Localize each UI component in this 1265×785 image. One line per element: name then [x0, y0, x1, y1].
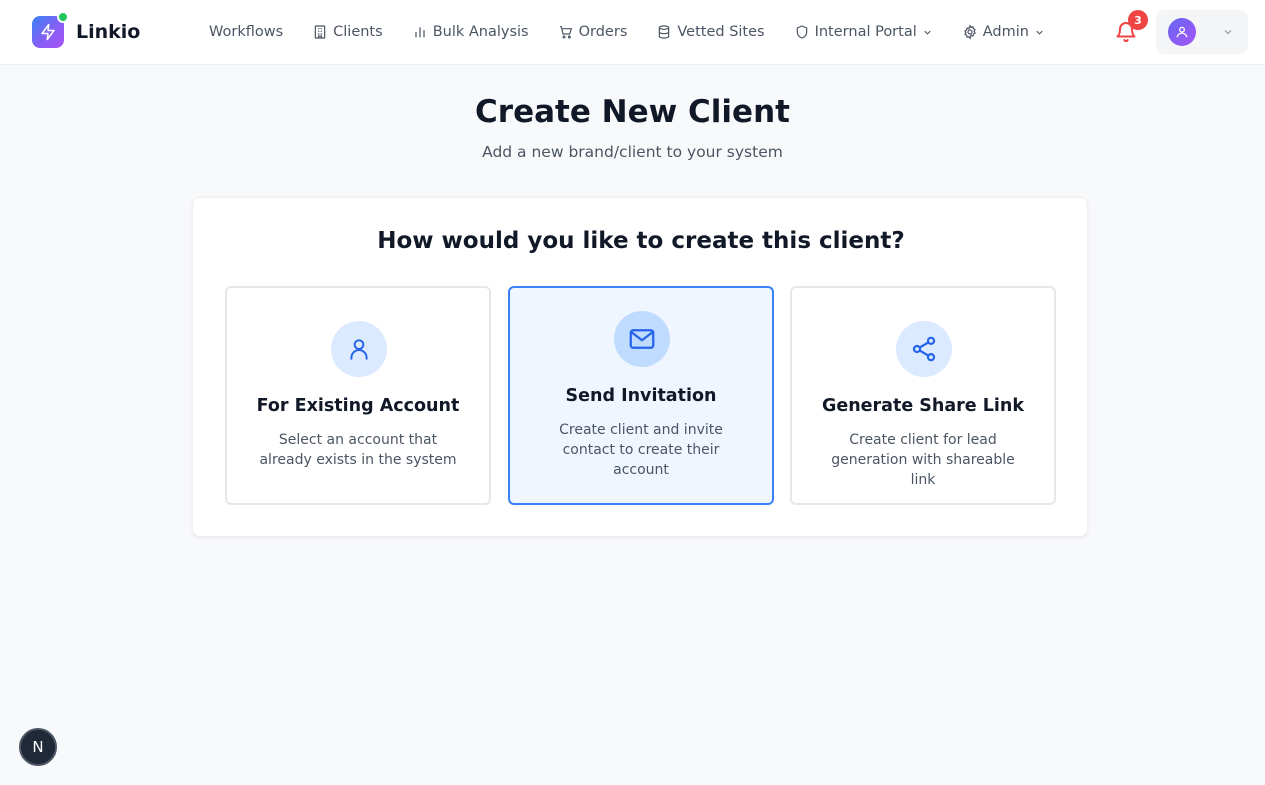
option-title: For Existing Account — [256, 396, 460, 416]
user-icon — [1176, 26, 1188, 38]
page-title: Create New Client — [475, 94, 790, 130]
nav-orders[interactable]: Orders — [558, 24, 628, 40]
page-subtitle: Add a new brand/client to your system — [482, 143, 783, 161]
dev-tools-badge[interactable]: N — [19, 728, 57, 766]
notification-count-badge: 3 — [1128, 10, 1148, 30]
top-nav-bar: Linkio Workflows Clients Bulk Analysis O… — [0, 0, 1265, 65]
user-icon — [331, 321, 387, 377]
option-send-invitation[interactable]: Send Invitation Create client and invite… — [508, 286, 774, 505]
option-existing-account[interactable]: For Existing Account Select an account t… — [225, 286, 491, 505]
bar-chart-icon — [415, 27, 425, 38]
nav-label: Orders — [578, 24, 628, 40]
chevron-down-icon — [1224, 30, 1232, 35]
nav-label: Workflows — [209, 24, 284, 40]
nav-label: Clients — [333, 24, 383, 40]
nav-workflows[interactable]: Workflows — [209, 24, 283, 40]
option-description: Create client for lead generation with s… — [831, 432, 1015, 488]
nav-label: Bulk Analysis — [432, 24, 529, 40]
option-title: Generate Share Link — [821, 396, 1025, 416]
chevron-down-icon — [1036, 30, 1043, 35]
shield-icon — [796, 25, 807, 39]
cart-icon — [559, 26, 572, 39]
option-description: Create client and invite contact to crea… — [559, 422, 723, 478]
nav-clients[interactable]: Clients — [312, 24, 383, 40]
nav-internal-portal[interactable]: Internal Portal — [794, 24, 933, 40]
share-icon — [896, 321, 952, 377]
option-description: Select an account that already exists in… — [259, 432, 457, 468]
option-share-link[interactable]: Generate Share Link Create client for le… — [790, 286, 1056, 505]
app-name: Linkio — [76, 21, 141, 43]
nav-vetted-sites[interactable]: Vetted Sites — [656, 24, 765, 40]
nav-label: Internal Portal — [814, 24, 917, 40]
avatar — [1168, 18, 1196, 46]
building-icon — [314, 25, 326, 39]
gear-icon — [963, 24, 976, 40]
online-dot — [57, 11, 69, 23]
chevron-down-icon — [924, 30, 931, 35]
nav-label: Admin — [982, 24, 1029, 40]
nav-bulk-analysis[interactable]: Bulk Analysis — [412, 24, 529, 40]
main-nav: Workflows Clients Bulk Analysis Orders V… — [209, 0, 1074, 64]
lightning-logo-icon — [32, 11, 69, 48]
option-title: Send Invitation — [565, 386, 717, 406]
card-question: How would you like to create this client… — [377, 228, 905, 254]
nav-label: Vetted Sites — [677, 24, 765, 40]
user-menu-button[interactable] — [1156, 10, 1248, 54]
creation-method-card: How would you like to create this client… — [192, 197, 1088, 537]
mail-icon — [614, 311, 670, 367]
logo[interactable]: Linkio — [32, 11, 141, 48]
database-icon — [659, 25, 670, 39]
nav-admin[interactable]: Admin — [962, 24, 1045, 40]
